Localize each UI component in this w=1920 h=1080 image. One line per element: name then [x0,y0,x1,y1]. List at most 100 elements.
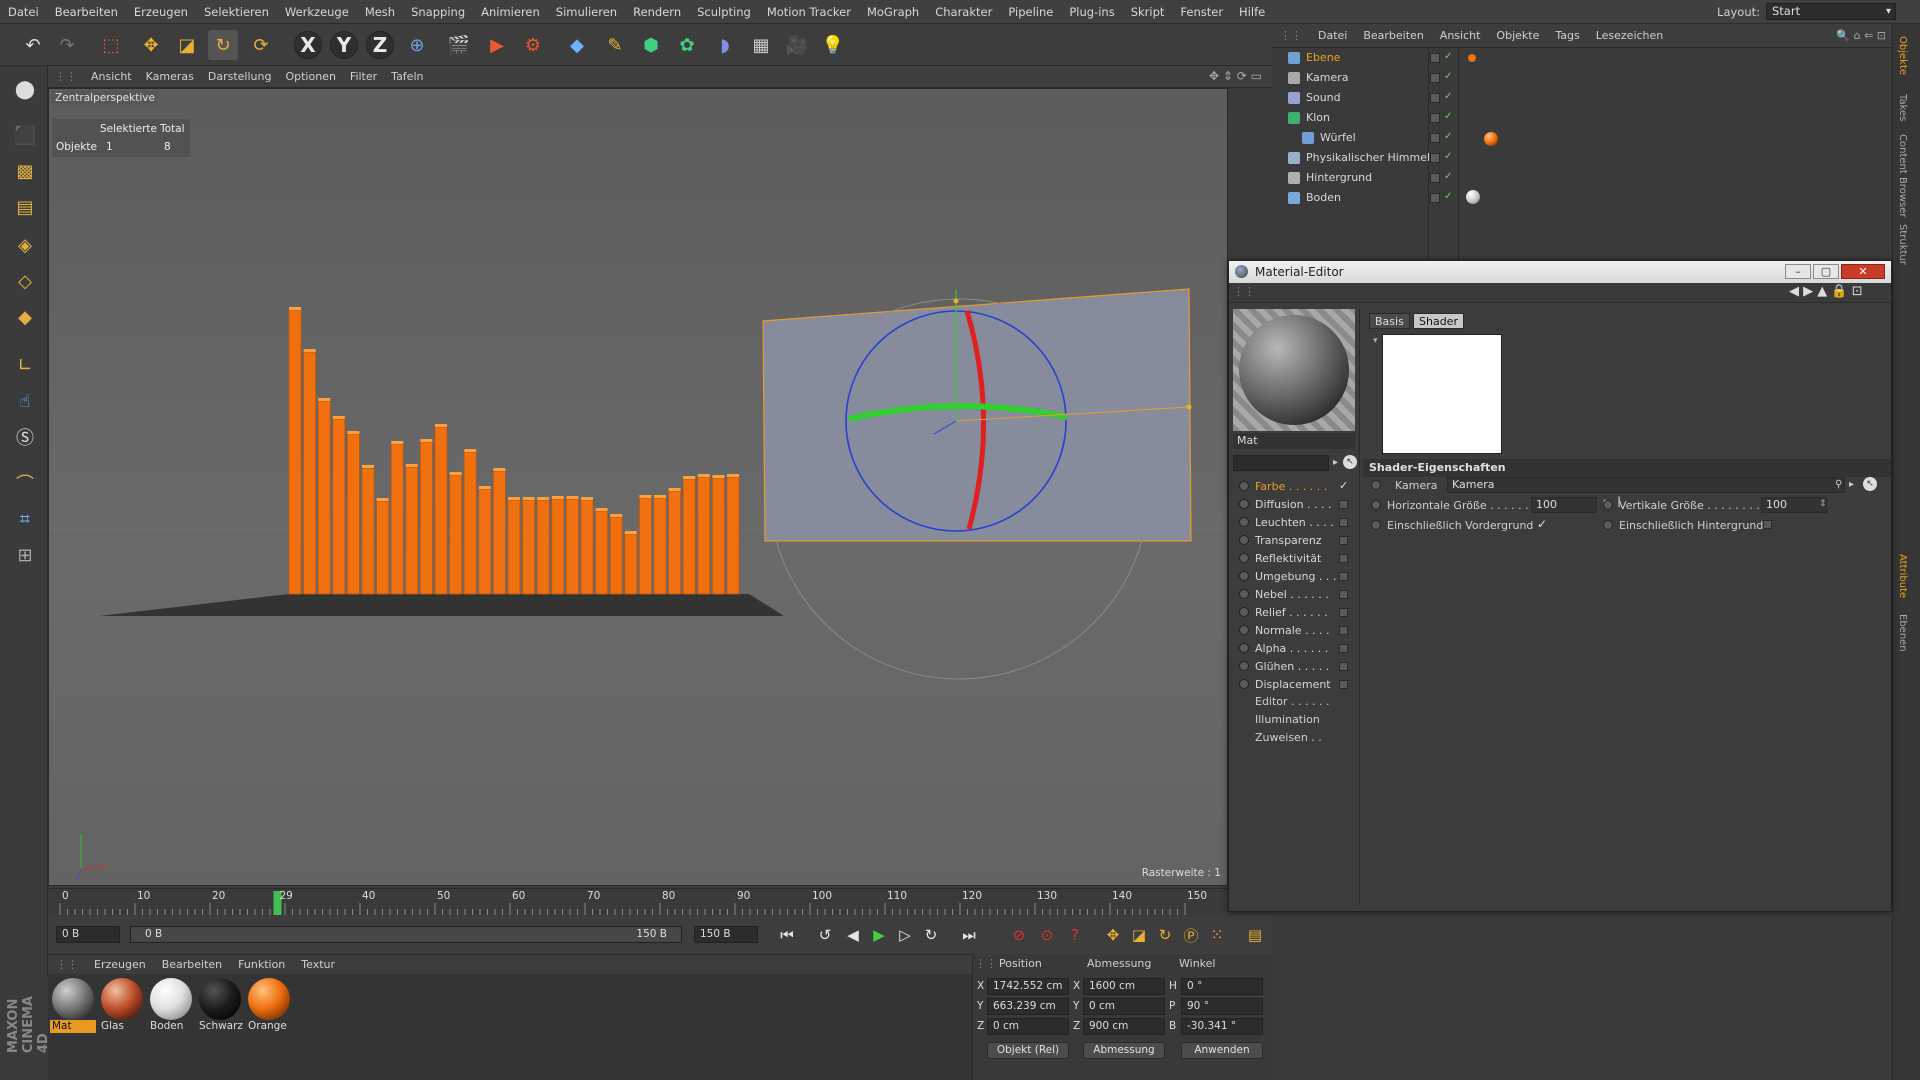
channel-radio[interactable] [1239,499,1249,509]
channel-radio[interactable] [1239,679,1249,689]
floor-icon[interactable]: ▦ [746,30,776,60]
menu-sculpting[interactable]: Sculpting [689,5,759,19]
material-channel[interactable]: Umgebung . . . [1239,567,1348,585]
material-glas[interactable]: Glas [99,978,145,1033]
channel-editor[interactable]: Editor . . . . . . [1239,695,1330,708]
material-menu-erzeugen[interactable]: Erzeugen [86,958,154,971]
size-x-field[interactable]: 1600 cm [1083,978,1165,995]
object-row[interactable]: Physikalischer Himmel ✓ [1272,148,1892,168]
go-to-end-icon[interactable]: ⏭ [958,924,980,946]
scale-key-icon[interactable]: ◪ [1128,924,1150,946]
v-size-stepper-icon[interactable]: ⇕ [1819,499,1827,509]
layer-checkbox[interactable] [1430,133,1440,143]
redo-icon[interactable]: ↷ [52,30,82,60]
object-row[interactable]: Klon ✓ [1272,108,1892,128]
position-key-icon[interactable]: ✥ [1102,924,1124,946]
autokey-icon[interactable]: ⊙ [1036,924,1058,946]
render-settings-icon[interactable]: ⚙ [518,30,548,60]
axis-x-button[interactable]: X [294,31,322,59]
layer-checkbox[interactable] [1430,73,1440,83]
menu-datei[interactable]: Datei [0,5,47,19]
shader-collapse-arrow[interactable]: ▾ [1373,336,1378,346]
material-tag-icon[interactable] [1466,190,1480,204]
menu-simulieren[interactable]: Simulieren [548,5,625,19]
menu-skript[interactable]: Skript [1123,5,1173,19]
menu-charakter[interactable]: Charakter [927,5,1000,19]
material-menu-textur[interactable]: Textur [293,958,343,971]
channel-radio[interactable] [1239,571,1249,581]
snapping-icon[interactable]: Ⓢ [10,422,40,452]
material-options-icon[interactable]: ↖ [1343,455,1357,469]
tab-shader[interactable]: Shader [1413,313,1464,329]
keyframe-selection-icon[interactable]: ? [1064,924,1086,946]
pos-z-field[interactable]: 0 cm [987,1018,1069,1035]
visibility-check-icon[interactable]: ✓ [1444,91,1452,102]
material-tag-icon[interactable] [1484,132,1498,146]
visibility-check-icon[interactable]: ✓ [1444,151,1452,162]
om-menu-objekte[interactable]: Objekte [1488,29,1547,42]
object-row[interactable]: Würfel ✓ [1272,128,1892,148]
menu-bearbeiten[interactable]: Bearbeiten [47,5,126,19]
undo-icon[interactable]: ↶ [18,30,48,60]
om-menu-datei[interactable]: Datei [1310,29,1355,42]
camera-link-options-icon[interactable]: ⚲ [1835,479,1842,490]
size-y-field[interactable]: 0 cm [1083,998,1165,1015]
channel-radio[interactable] [1239,661,1249,671]
close-button[interactable]: ✕ [1841,264,1885,279]
tab-attribute[interactable]: Attribute [1897,554,1908,598]
search-arrow-icon[interactable]: ▸ [1333,457,1338,468]
viewport-menu-ansicht[interactable]: Ansicht [84,70,139,83]
size-mode-dropdown[interactable]: Abmessung [1083,1042,1165,1059]
model-mode-icon[interactable]: ⬛ [10,120,40,150]
cube-icon[interactable]: ◆ [562,30,592,60]
channel-checkbox[interactable] [1339,661,1348,671]
viewport-menu-filter[interactable]: Filter [343,70,384,83]
coordinate-mode-dropdown[interactable]: Objekt (Rel) [987,1042,1069,1059]
viewport-menu-darstellung[interactable]: Darstellung [201,70,279,83]
rot-b-field[interactable]: -30.341 ° [1181,1018,1263,1035]
previous-key-icon[interactable]: ↺ [814,924,836,946]
material-boden[interactable]: Boden [148,978,194,1033]
live-select-icon[interactable]: ⬚ [96,30,126,60]
camera-param-radio[interactable] [1371,480,1381,490]
record-keys-icon[interactable]: ⊘ [1008,924,1030,946]
layer-checkbox[interactable] [1430,113,1440,123]
channel-checkbox[interactable] [1339,553,1348,563]
workplane-icon[interactable]: ▤ [10,192,40,222]
material-channel[interactable]: Transparenz [1239,531,1348,549]
next-frame-icon[interactable]: ▷ [894,924,916,946]
material-orange[interactable]: Orange [246,978,292,1033]
visibility-check-icon[interactable]: ✓ [1444,51,1452,62]
material-menu-bearbeiten[interactable]: Bearbeiten [154,958,230,971]
material-mat[interactable]: Mat [50,978,96,1033]
rot-p-field[interactable]: 90 ° [1181,998,1263,1015]
polygons-mode-icon[interactable]: ◆ [10,302,40,332]
material-channel[interactable]: Relief . . . . . . [1239,603,1348,621]
menu-selektieren[interactable]: Selektieren [196,5,277,19]
range-slider[interactable]: 0 B 150 B [130,926,682,943]
tab-content-browser[interactable]: Content Browser [1897,134,1908,217]
object-row[interactable]: Sound ✓ [1272,88,1892,108]
channel-checkbox[interactable]: ✓ [1339,479,1348,492]
channel-checkbox[interactable] [1339,517,1348,527]
object-row[interactable]: Hintergrund ✓ [1272,168,1892,188]
coordinate-system-icon[interactable]: ⊕ [402,30,432,60]
camera-link-field[interactable]: Kamera [1447,477,1845,493]
tweak-mode-icon[interactable]: ☝ [10,386,40,416]
light-icon[interactable]: 💡 [818,30,848,60]
h-size-field[interactable]: 100 [1531,497,1597,513]
menu-motion-tracker[interactable]: Motion Tracker [759,5,859,19]
layer-checkbox[interactable] [1430,193,1440,203]
grid-lock-icon[interactable]: ⌗ [10,504,40,534]
timeline-window-icon[interactable]: ▤ [1244,924,1266,946]
3d-viewport[interactable]: Zentralperspektive Selektierte Total Obj… [48,88,1228,886]
go-to-start-icon[interactable]: ⏮ [776,924,798,946]
frame-ruler[interactable]: 0 10 20 29 40 50 60 70 80 90 100 110 120 130 140 150 [58,889,1238,917]
rot-h-field[interactable]: 0 ° [1181,978,1263,995]
object-row[interactable]: Ebene ✓ [1272,48,1892,68]
channel-radio[interactable] [1239,589,1249,599]
tab-basis[interactable]: Basis [1369,313,1410,329]
camera-icon[interactable]: 🎥 [782,30,812,60]
menu-mograph[interactable]: MoGraph [859,5,927,19]
material-channel[interactable]: Farbe . . . . . . ✓ [1239,477,1348,495]
